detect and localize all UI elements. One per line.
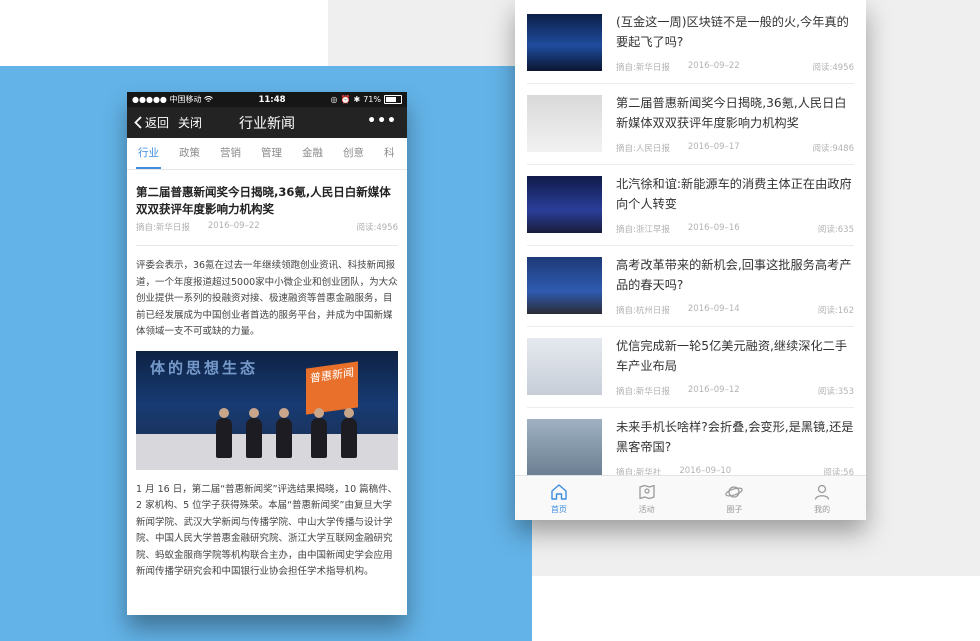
- article-title: 第二届普惠新闻奖今日揭晓,36氪,人民日白新媒体双双获评年度影响力机构奖: [136, 185, 391, 216]
- news-feed: (互金这一周)区块链不是一般的火,今年真的要起飞了吗? 摘自:新华日报 2016…: [515, 0, 866, 475]
- news-thumbnail: [527, 338, 602, 395]
- map-icon: [638, 484, 655, 499]
- news-meta: 摘自:新华社 2016–09–10 阅读:56: [616, 466, 854, 475]
- user-icon: [814, 484, 830, 500]
- alarm-icon: ⏰: [340, 95, 351, 104]
- news-source: 摘自:新华社: [616, 468, 662, 475]
- category-tabs: 行业 政策 营销 管理 金融 创意 科: [127, 138, 407, 170]
- news-thumbnail: [527, 419, 602, 475]
- photo-person: [341, 407, 357, 458]
- tab-label: 活动: [638, 504, 655, 514]
- news-title: 第二届普惠新闻奖今日揭晓,36氪,人民日白新媒体双双获评年度影响力机构奖: [616, 96, 847, 130]
- article-views: 阅读:4956: [356, 223, 399, 233]
- news-source: 摘自:新华日报: [616, 387, 670, 397]
- article-paragraph-1: 评委会表示，36氪在过去一年继续领跑创业资讯、科技新闻报道，一个年度报道超过50…: [136, 260, 398, 337]
- tab-management[interactable]: 管理: [261, 138, 282, 169]
- news-title: 优信完成新一轮5亿美元融资,继续深化二手车产业布局: [616, 339, 848, 373]
- nav-bar: 返回 关闭 行业新闻 •••: [127, 107, 407, 138]
- news-date: 2016–09–22: [687, 61, 740, 71]
- news-item[interactable]: 高考改革带来的新机会,回事这批服务高考产品的春天吗? 摘自:杭州日报 2016–…: [527, 246, 854, 327]
- news-meta: 摘自:新华日报 2016–09–22 阅读:4956: [616, 61, 854, 73]
- news-meta: 摘自:浙江早报 2016–09–16 阅读:635: [616, 223, 854, 235]
- news-thumbnail: [527, 257, 602, 314]
- news-views: 阅读:162: [817, 306, 854, 316]
- tab-marketing[interactable]: 营销: [220, 138, 241, 169]
- tab-tech[interactable]: 科: [384, 138, 395, 169]
- news-source: 摘自:人民日报: [616, 144, 670, 154]
- news-item[interactable]: (互金这一周)区块链不是一般的火,今年真的要起飞了吗? 摘自:新华日报 2016…: [527, 3, 854, 84]
- location-icon: ◎: [330, 95, 338, 104]
- wifi-icon: [204, 96, 214, 102]
- carrier-label: ●●●●● 中国移动: [132, 95, 202, 104]
- news-item[interactable]: 北汽徐和谊:新能源车的消费主体正在由政府向个人转变 摘自:浙江早报 2016–0…: [527, 165, 854, 246]
- planet-icon: [725, 485, 744, 498]
- back-button[interactable]: 返回: [134, 114, 169, 131]
- news-date: 2016–09–10: [679, 466, 732, 475]
- article-phone-screen: ●●●●● 中国移动 11:48 ◎ ⏰ ✱ 71% 返回 关闭 行业新闻 ••…: [127, 92, 407, 615]
- divider: [136, 245, 398, 246]
- news-views: 阅读:635: [817, 225, 854, 235]
- bluetooth-icon: ✱: [353, 95, 361, 104]
- news-title: (互金这一周)区块链不是一般的火,今年真的要起飞了吗?: [616, 15, 849, 49]
- battery-percent: 71%: [363, 95, 381, 104]
- photo-person: [246, 407, 262, 458]
- bottom-tab-bar: 首页 活动 圈子 我的: [515, 475, 866, 520]
- article-paragraph-2: 1 月 16 日，第二届“普惠新闻奖”评选结果揭晓，10 篇稿件、2 家机构、5…: [136, 483, 398, 578]
- feed-phone-screen: (互金这一周)区块链不是一般的火,今年真的要起飞了吗? 摘自:新华日报 2016…: [515, 0, 866, 520]
- back-label: 返回: [145, 116, 170, 130]
- article-photo: 体的思想生态 普惠新闻: [136, 350, 398, 470]
- battery-icon: [383, 95, 402, 104]
- status-bar: ●●●●● 中国移动 11:48 ◎ ⏰ ✱ 71%: [127, 92, 407, 107]
- news-views: 阅读:353: [817, 387, 854, 397]
- tab-label: 首页: [550, 504, 567, 514]
- close-button[interactable]: 关闭: [178, 114, 202, 131]
- photo-banner-text: 体的思想生态: [150, 358, 259, 377]
- tab-industry[interactable]: 行业: [136, 138, 161, 169]
- news-date: 2016–09–17: [687, 142, 740, 152]
- news-source: 摘自:浙江早报: [616, 225, 670, 235]
- news-thumbnail: [527, 14, 602, 71]
- news-thumbnail: [527, 176, 602, 233]
- news-meta: 摘自:人民日报 2016–09–17 阅读:9486: [616, 142, 854, 154]
- news-title: 高考改革带来的新机会,回事这批服务高考产品的春天吗?: [616, 258, 852, 292]
- article-body: 第二届普惠新闻奖今日揭晓,36氪,人民日白新媒体双双获评年度影响力机构奖 摘自:…: [127, 170, 407, 581]
- chevron-left-icon: [134, 116, 142, 129]
- more-options-button[interactable]: •••: [367, 113, 397, 129]
- tab-mine[interactable]: 我的: [778, 476, 866, 520]
- news-thumbnail: [527, 95, 602, 152]
- tab-finance[interactable]: 金融: [302, 138, 323, 169]
- news-item[interactable]: 未来手机长啥样?会折叠,会变形,是黑镜,还是黑客帝国? 摘自:新华社 2016–…: [527, 408, 854, 475]
- tab-label: 我的: [814, 504, 831, 514]
- news-meta: 摘自:杭州日报 2016–09–14 阅读:162: [616, 304, 854, 316]
- photo-person: [276, 407, 292, 458]
- photo-person: [311, 407, 327, 458]
- news-item[interactable]: 第二届普惠新闻奖今日揭晓,36氪,人民日白新媒体双双获评年度影响力机构奖 摘自:…: [527, 84, 854, 165]
- photo-logo: 普惠新闻: [306, 360, 358, 415]
- tab-circle[interactable]: 圈子: [691, 476, 779, 520]
- news-item[interactable]: 优信完成新一轮5亿美元融资,继续深化二手车产业布局 摘自:新华日报 2016–0…: [527, 327, 854, 408]
- news-meta: 摘自:新华日报 2016–09–12 阅读:353: [616, 385, 854, 397]
- news-views: 阅读:4956: [812, 63, 855, 73]
- news-source: 摘自:新华日报: [616, 63, 670, 73]
- news-title: 北汽徐和谊:新能源车的消费主体正在由政府向个人转变: [616, 177, 852, 211]
- news-views: 阅读:56: [823, 468, 854, 475]
- tab-activity[interactable]: 活动: [603, 476, 691, 520]
- tab-policy[interactable]: 政策: [179, 138, 200, 169]
- home-icon: [551, 483, 567, 500]
- news-title: 未来手机长啥样?会折叠,会变形,是黑镜,还是黑客帝国?: [616, 420, 854, 454]
- tab-creative[interactable]: 创意: [343, 138, 364, 169]
- news-date: 2016–09–12: [687, 385, 740, 395]
- photo-stage: [136, 433, 398, 470]
- news-views: 阅读:9486: [812, 144, 855, 154]
- article-date: 2016–09–22: [207, 221, 260, 231]
- status-time: 11:48: [258, 94, 286, 105]
- article-meta: 摘自:新华日报 2016–09–22 阅读:4956: [136, 221, 398, 233]
- photo-person: [216, 407, 232, 458]
- news-date: 2016–09–16: [687, 223, 740, 233]
- article-source: 摘自:新华日报: [136, 223, 190, 233]
- tab-home[interactable]: 首页: [515, 476, 603, 520]
- tab-label: 圈子: [726, 504, 743, 514]
- news-date: 2016–09–14: [687, 304, 740, 314]
- news-source: 摘自:杭州日报: [616, 306, 670, 316]
